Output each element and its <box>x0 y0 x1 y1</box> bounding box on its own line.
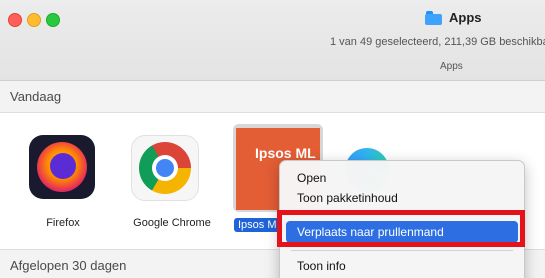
section-title: Vandaag <box>10 89 62 104</box>
status-bar-text: 1 van 49 geselecteerd, 211,39 GB beschik… <box>330 36 545 48</box>
window-title-text: Apps <box>449 10 482 25</box>
app-item-firefox[interactable]: Firefox <box>0 123 110 243</box>
app-label: Firefox <box>46 217 80 229</box>
firefox-icon <box>29 135 95 199</box>
title-bar: Apps 1 van 49 geselecteerd, 211,39 GB be… <box>0 0 545 81</box>
minimize-window-button[interactable] <box>27 13 41 27</box>
section-header-today: Vandaag <box>0 81 545 113</box>
finder-window: Apps 1 van 49 geselecteerd, 211,39 GB be… <box>0 0 545 278</box>
section-title: Afgelopen 30 dagen <box>10 258 127 273</box>
menu-item-open[interactable]: Open <box>286 167 518 189</box>
zoom-window-button[interactable] <box>46 13 60 27</box>
app-item-google-chrome[interactable]: Google Chrome <box>118 123 228 243</box>
annotation-highlight-box <box>277 210 525 247</box>
chrome-icon <box>131 135 199 201</box>
menu-separator <box>291 250 513 251</box>
window-title: Apps <box>425 10 482 25</box>
folder-icon <box>425 10 443 25</box>
menu-item-show-package-contents[interactable]: Toon pakketinhoud <box>286 187 518 209</box>
path-label: Apps <box>440 61 463 72</box>
menu-item-get-info[interactable]: Toon info <box>286 255 518 277</box>
app-label: Google Chrome <box>133 217 211 229</box>
close-window-button[interactable] <box>8 13 22 27</box>
